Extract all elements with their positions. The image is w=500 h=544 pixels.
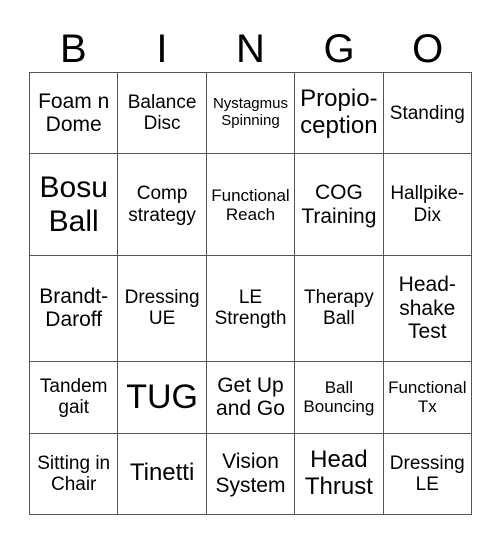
bingo-cell[interactable]: Sitting in Chair [28, 432, 119, 516]
header-letter: N [236, 27, 265, 71]
bingo-cell[interactable]: Therapy Ball [294, 254, 384, 363]
bingo-cell[interactable]: Standing [382, 71, 473, 155]
bingo-cell[interactable]: COG Training [294, 153, 384, 256]
grid-row: Tandem gait TUG Get Up and Go Ball Bounc… [28, 361, 473, 434]
bingo-grid: Foam n Dome Balance Disc Nystagmus Spinn… [28, 71, 473, 516]
bingo-cell[interactable]: LE Strength [205, 254, 296, 363]
grid-row: Foam n Dome Balance Disc Nystagmus Spinn… [28, 71, 473, 155]
bingo-cell[interactable]: Vision System [205, 432, 296, 516]
bingo-header: B I N G O [29, 26, 472, 72]
bingo-cell[interactable]: Head-shake Test [382, 254, 473, 363]
bingo-cell[interactable]: Nystagmus Spinning [205, 71, 296, 155]
bingo-cell[interactable]: Dressing UE [117, 254, 207, 363]
bingo-cell[interactable]: Dressing LE [382, 432, 473, 516]
bingo-cell[interactable]: Propio-ception [294, 71, 384, 155]
bingo-cell[interactable]: Bosu Ball [28, 153, 119, 256]
bingo-cell[interactable]: Hallpike-Dix [382, 153, 473, 256]
bingo-cell[interactable]: Tinetti [117, 432, 207, 516]
bingo-cell[interactable]: Get Up and Go [205, 361, 296, 434]
bingo-cell[interactable]: Balance Disc [117, 71, 207, 155]
bingo-cell[interactable]: Head Thrust [294, 432, 384, 516]
header-letter: B [59, 27, 87, 71]
grid-row: Sitting in Chair Tinetti Vision System H… [28, 432, 473, 516]
header-letter: G [323, 27, 355, 71]
bingo-cell[interactable]: Functional Reach [205, 153, 296, 256]
header-letter: O [412, 27, 444, 71]
bingo-cell[interactable]: TUG [117, 361, 207, 434]
bingo-cell[interactable]: Brandt-Daroff [28, 254, 119, 363]
grid-row: Brandt-Daroff Dressing UE LE Strength Th… [28, 254, 473, 363]
bingo-cell[interactable]: Functional Tx [382, 361, 473, 434]
bingo-cell[interactable]: Comp strategy [117, 153, 207, 256]
header-letter: I [156, 27, 168, 71]
bingo-cell[interactable]: Foam n Dome [28, 71, 119, 155]
bingo-cell[interactable]: Ball Bouncing [294, 361, 384, 434]
grid-row: Bosu Ball Comp strategy Functional Reach… [28, 153, 473, 256]
bingo-cell[interactable]: Tandem gait [28, 361, 119, 434]
